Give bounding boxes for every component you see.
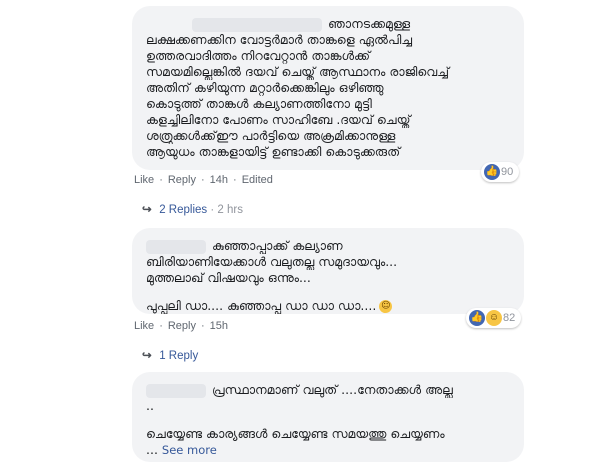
replies-time: 2 hrs xyxy=(217,204,243,216)
reply-link[interactable]: Reply xyxy=(168,174,196,186)
replies-count-link[interactable]: 1 Reply xyxy=(159,350,198,362)
comment-actions: Like · Reply · 15h xyxy=(134,320,228,332)
timestamp[interactable]: 14h xyxy=(210,174,228,186)
separator: · xyxy=(159,174,163,186)
comment-line: ആയുധം താങ്കളായിട്ട് ഉണ്ടാക്കി കൊടുക്കരുത… xyxy=(146,144,401,159)
separator: · xyxy=(200,320,205,332)
comment-line: ഞാനടക്കമുള്ള xyxy=(146,16,510,32)
comment-line: പുപ്പുലി ഡാ.... കുഞ്ഞാപ്പ ഡാ ഡാ ഡാ.... ☺ xyxy=(146,298,393,313)
like-link[interactable]: Like xyxy=(134,174,154,186)
separator: · xyxy=(207,204,218,216)
line-break xyxy=(146,414,510,426)
like-link[interactable]: Like xyxy=(134,320,154,332)
edited-label[interactable]: Edited xyxy=(242,174,273,186)
reaction-count: 90 xyxy=(501,166,514,178)
blurred-author-name xyxy=(146,383,206,398)
comment-line: മുത്തലാഖ് വിഷയവും ഒന്നും... xyxy=(146,270,311,285)
separator: · xyxy=(159,320,163,332)
comment-line: പ്രസ്ഥാനമാണ് വലുത് ....നേതാക്കൾ അല്ല xyxy=(146,382,510,398)
comment-line: അതിന് കഴിയുന്ന മറ്റാർക്കെങ്കിലും ഒഴിഞ്ഞു xyxy=(146,80,384,95)
view-replies[interactable]: ↪ 1 Reply xyxy=(142,348,198,362)
reaction-summary[interactable]: 👍 90 xyxy=(481,162,520,182)
comment-line: കൊടുത്ത് താങ്കൾ കല്യാണത്തിനോ മുട്ടി xyxy=(146,96,372,111)
line-break xyxy=(146,286,510,298)
comment-line: ബിരിയാണിയേക്കാൾ വലുതല്ല സമുദായവും... xyxy=(146,254,398,269)
like-reaction-icon: 👍 xyxy=(484,164,500,180)
comment-line: ... See more xyxy=(146,442,217,457)
comment-bubble-1: ഞാനടക്കമുള്ള ലക്ഷക്കണക്കിന വോട്ടർമാർ താങ… xyxy=(132,6,524,170)
blurred-author-name xyxy=(192,17,322,32)
separator: · xyxy=(233,174,237,186)
like-reaction-icon: 👍 xyxy=(469,310,485,326)
separator: · xyxy=(200,174,205,186)
reply-arrow-icon: ↪ xyxy=(142,350,152,362)
comment-line: സമയമില്ലെങ്കിൽ ദയവ് ചെയ്ത് ആസ്ഥാനം രാജിവ… xyxy=(146,64,450,79)
comment-line: ഉത്തരവാദിത്തം നിറവേറ്റാൻ താങ്കൾക്ക് xyxy=(146,48,371,63)
timestamp[interactable]: 15h xyxy=(210,320,228,332)
comment-line: കളച്ചിലിനോ പോണം സാഹിബേ .ദയവ് ചെയ്ത് xyxy=(146,112,411,127)
comment-line: .. xyxy=(146,398,154,413)
reply-link[interactable]: Reply xyxy=(168,320,196,332)
comment-line: ലക്ഷക്കണക്കിന വോട്ടർമാർ താങ്കളെ ഏൽപിച്ച xyxy=(146,32,413,47)
comment-bubble-2: കുഞ്ഞാപ്പാക്ക് കല്യാണ ബിരിയാണിയേക്കാൾ വല… xyxy=(132,228,524,314)
reaction-count: 82 xyxy=(503,312,516,324)
haha-reaction-icon: ☺ xyxy=(486,310,502,326)
blurred-author-name xyxy=(146,239,206,254)
comment-bubble-3: പ്രസ്ഥാനമാണ് വലുത് ....നേതാക്കൾ അല്ല .. … xyxy=(132,372,524,462)
comment-line: ശത്രുക്കൾക്ക്ഈ പാർട്ടിയെ അക്രമിക്കാനുള്ള xyxy=(146,128,396,143)
reply-arrow-icon: ↪ xyxy=(142,204,152,216)
comment-actions: Like · Reply · 14h · Edited xyxy=(134,174,273,186)
replies-count-link[interactable]: 2 Replies xyxy=(159,204,207,216)
view-replies[interactable]: ↪ 2 Replies · 2 hrs xyxy=(142,202,243,216)
comment-line: ചെയ്യേണ്ട കാര്യങ്ങൾ ചെയ്യേണ്ട സമയത്തു ചെ… xyxy=(146,426,445,441)
smiley-emoji-icon: ☺ xyxy=(379,300,393,313)
comment-line: കുഞ്ഞാപ്പാക്ക് കല്യാണ xyxy=(146,238,510,254)
reaction-summary[interactable]: 👍 ☺ 82 xyxy=(466,308,522,328)
see-more-link[interactable]: See more xyxy=(162,443,217,457)
